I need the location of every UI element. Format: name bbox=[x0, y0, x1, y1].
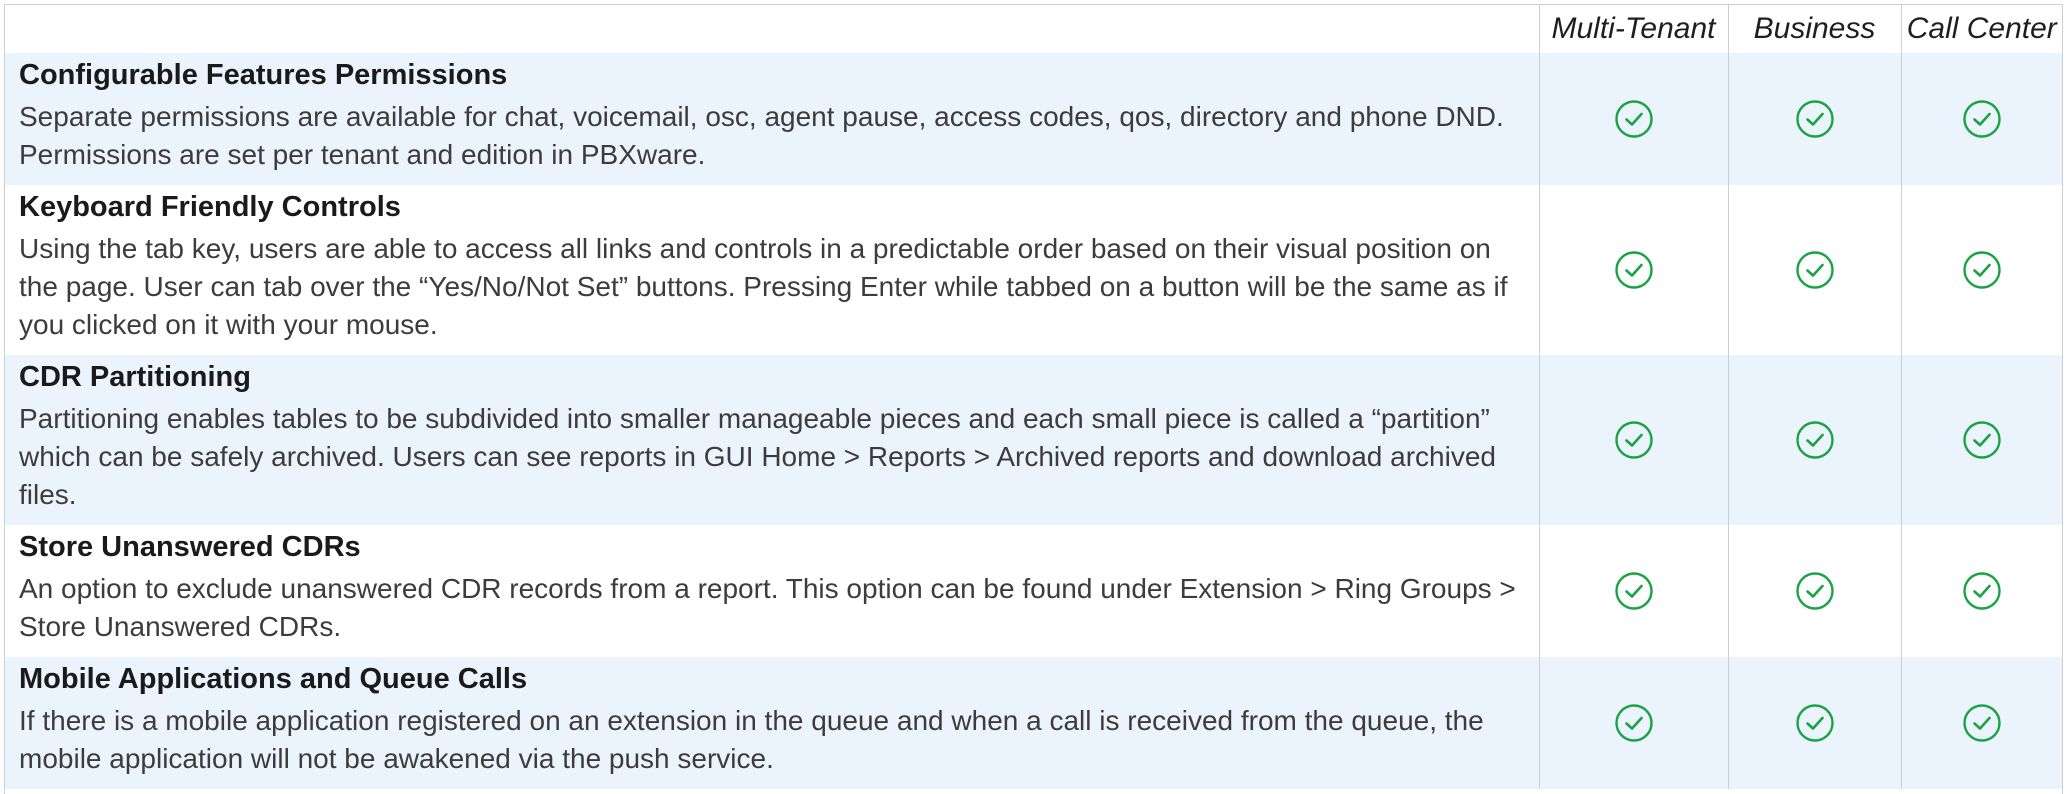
check-circle-icon bbox=[1614, 571, 1654, 611]
multi-tenant-cell bbox=[1538, 525, 1728, 657]
check-circle-icon bbox=[1962, 420, 2002, 460]
header-blank-cell bbox=[5, 5, 1539, 53]
feature-description: If there is a mobile application registe… bbox=[19, 705, 1484, 774]
column-header-call-center: Call Center bbox=[1900, 5, 2062, 53]
feature-title: Keyboard Friendly Controls bbox=[19, 191, 401, 223]
table-row: Configurable Features Permissions Separa… bbox=[5, 53, 2062, 185]
feature-comparison-frame: Multi-Tenant Business Call Center Config… bbox=[4, 4, 2063, 794]
table-row: Store Unanswered CDRs An option to exclu… bbox=[5, 525, 2062, 657]
feature-description: Partitioning enables tables to be subdiv… bbox=[19, 403, 1496, 510]
feature-comparison-table: Multi-Tenant Business Call Center Config… bbox=[5, 5, 2062, 789]
table-row: CDR Partitioning Partitioning enables ta… bbox=[5, 355, 2062, 525]
call-center-cell bbox=[1900, 185, 2062, 355]
table-row: Mobile Applications and Queue Calls If t… bbox=[5, 657, 2062, 789]
check-circle-icon bbox=[1614, 99, 1654, 139]
multi-tenant-cell bbox=[1538, 53, 1728, 185]
business-cell bbox=[1727, 53, 1901, 185]
business-cell bbox=[1727, 657, 1901, 789]
check-circle-icon bbox=[1614, 703, 1654, 743]
multi-tenant-cell bbox=[1538, 185, 1728, 355]
column-header-business: Business bbox=[1727, 5, 1901, 53]
check-circle-icon bbox=[1614, 420, 1654, 460]
feature-title: Configurable Features Permissions bbox=[19, 59, 508, 91]
feature-title: Mobile Applications and Queue Calls bbox=[19, 663, 528, 695]
feature-title: Store Unanswered CDRs bbox=[19, 531, 361, 563]
table-row: Keyboard Friendly Controls Using the tab… bbox=[5, 185, 2062, 355]
business-cell bbox=[1727, 525, 1901, 657]
check-circle-icon bbox=[1962, 99, 2002, 139]
check-circle-icon bbox=[1795, 703, 1835, 743]
check-circle-icon bbox=[1962, 571, 2002, 611]
check-circle-icon bbox=[1962, 703, 2002, 743]
multi-tenant-cell bbox=[1538, 355, 1728, 525]
check-circle-icon bbox=[1795, 420, 1835, 460]
feature-description: Separate permissions are available for c… bbox=[19, 101, 1504, 170]
check-circle-icon bbox=[1795, 250, 1835, 290]
table-header-row: Multi-Tenant Business Call Center bbox=[5, 5, 2062, 53]
business-cell bbox=[1727, 355, 1901, 525]
feature-cell: Store Unanswered CDRs An option to exclu… bbox=[5, 525, 1539, 657]
feature-title: CDR Partitioning bbox=[19, 361, 251, 393]
call-center-cell bbox=[1900, 53, 2062, 185]
call-center-cell bbox=[1900, 355, 2062, 525]
call-center-cell bbox=[1900, 525, 2062, 657]
check-circle-icon bbox=[1795, 571, 1835, 611]
check-circle-icon bbox=[1614, 250, 1654, 290]
check-circle-icon bbox=[1962, 250, 2002, 290]
feature-cell: Mobile Applications and Queue Calls If t… bbox=[5, 657, 1539, 789]
feature-cell: CDR Partitioning Partitioning enables ta… bbox=[5, 355, 1539, 525]
business-cell bbox=[1727, 185, 1901, 355]
call-center-cell bbox=[1900, 657, 2062, 789]
check-circle-icon bbox=[1795, 99, 1835, 139]
column-header-multi-tenant: Multi-Tenant bbox=[1538, 5, 1728, 53]
multi-tenant-cell bbox=[1538, 657, 1728, 789]
feature-description: An option to exclude unanswered CDR reco… bbox=[19, 573, 1516, 642]
feature-cell: Keyboard Friendly Controls Using the tab… bbox=[5, 185, 1539, 355]
feature-cell: Configurable Features Permissions Separa… bbox=[5, 53, 1539, 185]
feature-description: Using the tab key, users are able to acc… bbox=[19, 233, 1508, 340]
